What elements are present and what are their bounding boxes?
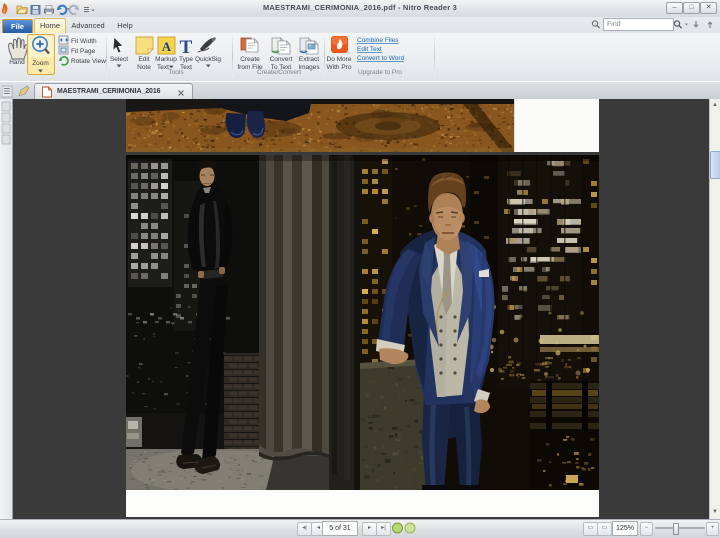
- svg-text:Do More: Do More: [327, 56, 352, 63]
- svg-text:Type: Type: [179, 56, 193, 63]
- svg-text:A: A: [162, 39, 172, 54]
- svg-text:Edit: Edit: [138, 56, 149, 63]
- svg-text:Combine Files: Combine Files: [357, 37, 399, 44]
- svg-text:Extract: Extract: [299, 56, 319, 63]
- svg-text:Convert: Convert: [270, 56, 293, 63]
- svg-text:Images: Images: [298, 64, 320, 71]
- svg-text:With Pro: With Pro: [327, 64, 352, 71]
- svg-text:Fit Width: Fit Width: [71, 38, 97, 45]
- svg-text:To Text: To Text: [271, 64, 292, 71]
- svg-text:T: T: [180, 37, 193, 58]
- svg-text:Select: Select: [110, 56, 128, 63]
- svg-text:Rotate View: Rotate View: [71, 58, 106, 65]
- svg-text:Edit Text: Edit Text: [357, 46, 382, 53]
- svg-text:Fit Page: Fit Page: [71, 48, 96, 55]
- svg-text:from File: from File: [237, 64, 263, 71]
- svg-text:Zoom: Zoom: [32, 60, 49, 67]
- svg-text:Note: Note: [137, 64, 151, 71]
- svg-text:Convert to Word: Convert to Word: [357, 55, 405, 62]
- svg-text:Text: Text: [180, 64, 192, 71]
- svg-text:Markup: Markup: [155, 56, 177, 63]
- svg-text:QuickSig: QuickSig: [195, 56, 221, 63]
- svg-text:Hand: Hand: [9, 59, 25, 66]
- svg-text:Text: Text: [157, 64, 169, 71]
- svg-text:Create: Create: [240, 56, 260, 63]
